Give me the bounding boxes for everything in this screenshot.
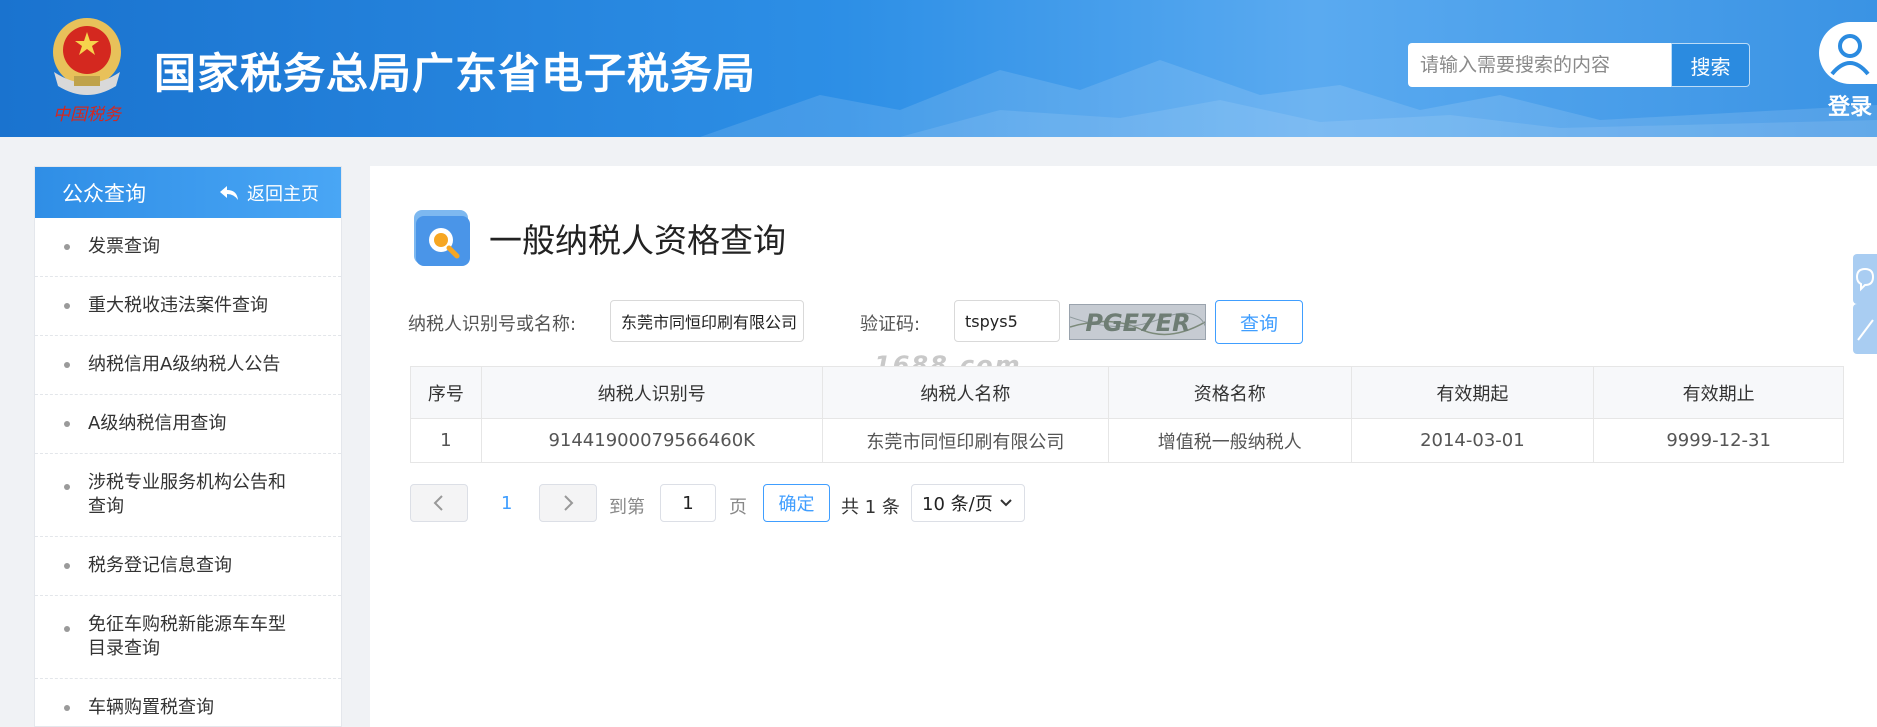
cell-index: 1 bbox=[410, 418, 482, 463]
header-bar: 中国税务 国家税务总局广东省电子税务局 搜索 登录 bbox=[0, 0, 1877, 137]
page-number-current[interactable]: 1 bbox=[501, 493, 512, 514]
sidebar-item-a-level-announcement[interactable]: 纳税信用A级纳税人公告 bbox=[35, 336, 341, 395]
sidebar-item-registration-query[interactable]: 税务登记信息查询 bbox=[35, 537, 341, 596]
captcha-label: 验证码: bbox=[860, 314, 921, 335]
bullet-icon bbox=[64, 705, 70, 711]
goto-confirm-button[interactable]: 确定 bbox=[763, 484, 830, 522]
query-button[interactable]: 查询 bbox=[1215, 300, 1303, 344]
cell-qualification: 增值税一般纳税人 bbox=[1108, 418, 1352, 463]
taxpayer-input[interactable]: 东莞市同恒印刷有限公司 bbox=[610, 300, 804, 342]
bullet-icon bbox=[64, 626, 70, 632]
sidebar-title: 公众查询 bbox=[62, 181, 146, 206]
sidebar-item-vehicle-tax-query[interactable]: 车辆购置税查询 bbox=[35, 679, 341, 726]
next-page-button[interactable] bbox=[539, 484, 597, 522]
chevron-right-icon bbox=[564, 495, 574, 511]
bullet-icon bbox=[64, 484, 70, 490]
chat-bubble-icon bbox=[1855, 267, 1875, 292]
sidebar-item-a-level-credit-query[interactable]: A级纳税信用查询 bbox=[35, 395, 341, 454]
sidebar-item-new-energy-vehicle-catalog[interactable]: 免征车购税新能源车车型 目录查询 bbox=[35, 596, 341, 679]
search-button[interactable]: 搜索 bbox=[1671, 43, 1750, 87]
sidebar-menu: 发票查询 重大税收违法案件查询 纳税信用A级纳税人公告 A级纳税信用查询 涉税专… bbox=[35, 218, 341, 726]
page-size-value: 10 条/页 bbox=[922, 494, 993, 515]
sidebar-item-major-violation-query[interactable]: 重大税收违法案件查询 bbox=[35, 277, 341, 336]
svg-text:中国税务: 中国税务 bbox=[53, 105, 123, 125]
site-title: 国家税务总局广东省电子税务局 bbox=[154, 49, 757, 98]
table-row: 1 91441900079566460K 东莞市同恒印刷有限公司 增值税一般纳税… bbox=[410, 418, 1844, 463]
captcha-noise: PGE7ER bbox=[1070, 309, 1205, 337]
captcha-input[interactable]: tspys5 bbox=[954, 300, 1060, 342]
col-header-qualification: 资格名称 bbox=[1108, 366, 1352, 419]
bullet-icon bbox=[64, 563, 70, 569]
back-home-link[interactable]: 返回主页 bbox=[219, 180, 319, 206]
back-home-label: 返回主页 bbox=[247, 183, 319, 205]
col-header-valid-from: 有效期起 bbox=[1350, 366, 1595, 419]
sidebar-item-invoice-query[interactable]: 发票查询 bbox=[35, 218, 341, 277]
goto-label: 到第 bbox=[609, 497, 645, 518]
table-header-row: 序号 纳税人识别号 纳税人名称 资格名称 有效期起 有效期止 bbox=[410, 366, 1844, 419]
goto-page-input[interactable]: 1 bbox=[660, 484, 716, 522]
float-tool-edit[interactable] bbox=[1853, 304, 1877, 354]
col-header-valid-to: 有效期止 bbox=[1593, 366, 1844, 419]
captcha-image[interactable]: PGE7ER bbox=[1069, 304, 1206, 340]
chevron-left-icon bbox=[433, 495, 443, 511]
result-table: 序号 纳税人识别号 纳税人名称 资格名称 有效期起 有效期止 1 9144190… bbox=[410, 366, 1844, 463]
float-tool-feedback[interactable] bbox=[1853, 254, 1877, 304]
bullet-icon bbox=[64, 421, 70, 427]
page-size-select[interactable]: 10 条/页 bbox=[911, 484, 1025, 522]
sidebar-item-tax-agency-query[interactable]: 涉税专业服务机构公告和 查询 bbox=[35, 454, 341, 537]
taxpayer-label: 纳税人识别号或名称: bbox=[408, 314, 577, 335]
query-search-icon bbox=[414, 210, 470, 266]
col-header-taxpayer-name: 纳税人名称 bbox=[821, 366, 1110, 419]
prev-page-button[interactable] bbox=[410, 484, 468, 522]
main-panel: 一般纳税人资格查询 纳税人识别号或名称: 东莞市同恒印刷有限公司 验证码: ts… bbox=[370, 166, 1877, 727]
bullet-icon bbox=[64, 244, 70, 250]
cell-valid-from: 2014-03-01 bbox=[1350, 418, 1595, 463]
tax-emblem-icon: 中国税务 bbox=[53, 18, 123, 125]
total-count: 共 1 条 bbox=[841, 497, 900, 518]
cell-taxpayer-id: 91441900079566460K bbox=[480, 418, 823, 463]
bullet-icon bbox=[64, 303, 70, 309]
page-unit-label: 页 bbox=[729, 497, 747, 518]
cell-taxpayer-name: 东莞市同恒印刷有限公司 bbox=[821, 418, 1110, 463]
login-link[interactable]: 登录 bbox=[1828, 89, 1872, 121]
bullet-icon bbox=[64, 362, 70, 368]
col-header-taxpayer-id: 纳税人识别号 bbox=[480, 366, 823, 419]
pencil-icon bbox=[1857, 319, 1874, 341]
cell-valid-to: 9999-12-31 bbox=[1593, 418, 1844, 463]
page-title: 一般纳税人资格查询 bbox=[489, 221, 786, 260]
reply-arrow-icon bbox=[220, 185, 238, 200]
sidebar: 公众查询 返回主页 发票查询 重大税收违法案件查询 纳税信用A级纳税人公告 A级… bbox=[34, 166, 342, 727]
chevron-down-icon bbox=[999, 499, 1012, 507]
svg-text:PGE7ER: PGE7ER bbox=[1085, 309, 1190, 337]
search-input[interactable] bbox=[1408, 43, 1671, 87]
user-icon bbox=[1830, 34, 1870, 76]
login-avatar[interactable] bbox=[1819, 22, 1877, 84]
col-header-index: 序号 bbox=[410, 366, 482, 419]
sidebar-header: 公众查询 返回主页 bbox=[35, 167, 341, 218]
